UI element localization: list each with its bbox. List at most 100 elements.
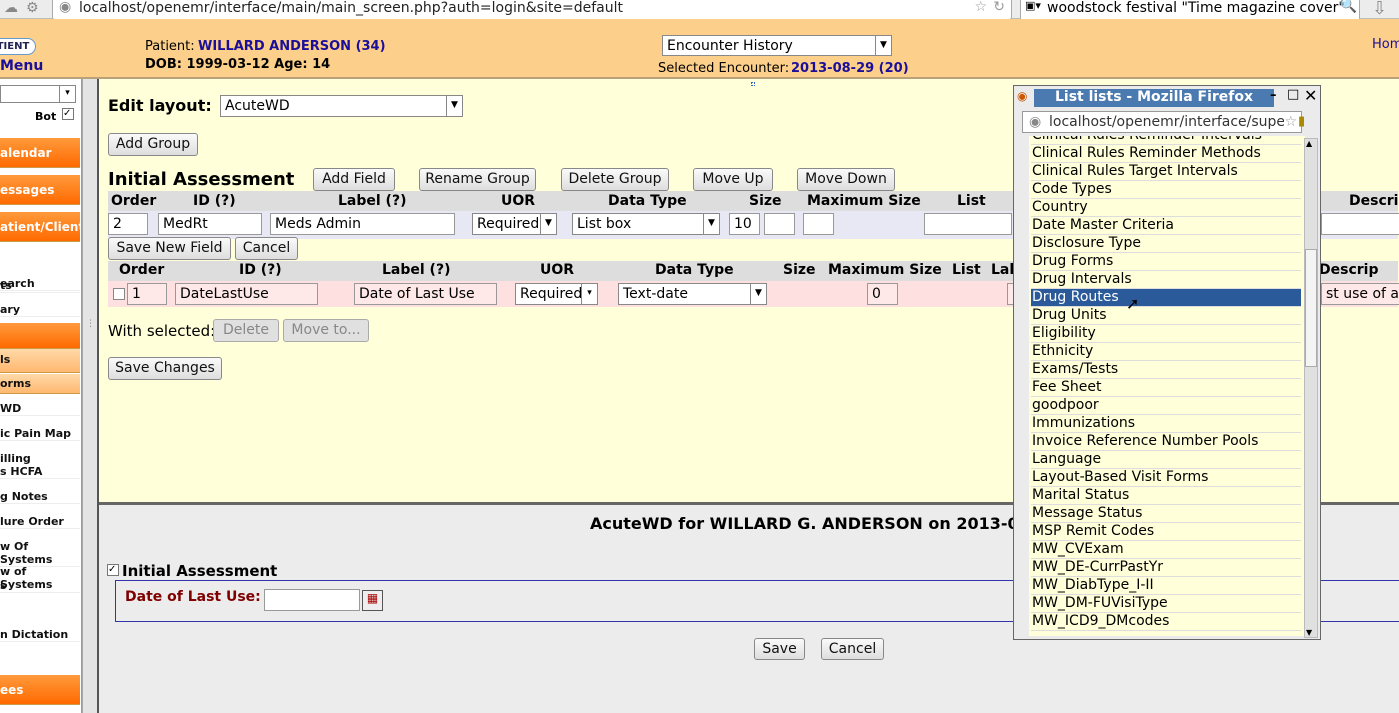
list-item[interactable]: Country [1031, 199, 1301, 217]
rename-group-button[interactable]: Rename Group [419, 168, 536, 191]
nav-item-s[interactable]: s [0, 579, 80, 593]
row-max-size-input[interactable]: 0 [867, 283, 898, 305]
reload-icon[interactable]: ↻ [993, 0, 1005, 15]
nav-item-billing[interactable]: illing [0, 452, 80, 465]
nav-patient-client[interactable]: atient/Client [0, 212, 81, 242]
list-item[interactable]: Clinical Rules Reminder Methods [1031, 145, 1301, 163]
move-to-button[interactable]: Move to... [283, 319, 369, 342]
row-description-input[interactable]: st use of any [1321, 283, 1399, 305]
list-item[interactable]: Language [1031, 451, 1301, 469]
list-item[interactable]: Drug Units [1031, 307, 1301, 325]
preview-cancel-button[interactable]: Cancel [821, 638, 884, 660]
list-item[interactable]: Exams/Tests [1031, 361, 1301, 379]
save-changes-button[interactable]: Save Changes [108, 357, 222, 380]
list-item[interactable]: goodpoor [1031, 397, 1301, 415]
new-size2-input[interactable] [764, 213, 795, 235]
nav-item-ary[interactable]: ary [0, 303, 80, 317]
new-id-input[interactable]: MedRt [158, 213, 262, 235]
bookmark-star-icon[interactable]: ☆ [974, 0, 987, 15]
list-item[interactable]: Layout-Based Visit Forms [1031, 469, 1301, 487]
nav-item-review-systems[interactable]: w Of Systems [0, 540, 80, 567]
maximize-icon[interactable]: □ [1287, 87, 1299, 102]
layout-select[interactable]: AcuteWD ▼ [220, 95, 463, 117]
row-label-input[interactable]: Date of Last Use [354, 283, 497, 305]
new-uor-select[interactable]: Required ▼ [472, 213, 557, 235]
list-item[interactable]: Immunizations [1031, 415, 1301, 433]
nav-item-search[interactable]: earch [0, 277, 80, 291]
list-item[interactable]: Drug Intervals [1031, 271, 1301, 289]
list-item[interactable]: Eligibility [1031, 325, 1301, 343]
section-checkbox[interactable]: ✓ [107, 564, 119, 576]
url-bar[interactable]: ◉ localhost/openemr/interface/main/main_… [52, 0, 1012, 20]
save-new-field-button[interactable]: Save New Field [108, 237, 231, 260]
preview-save-button[interactable]: Save [754, 638, 805, 660]
scroll-thumb[interactable] [1305, 249, 1317, 367]
nav-item-dictation[interactable]: n Dictation [0, 628, 80, 642]
new-max-size-input[interactable] [803, 213, 834, 235]
list-item[interactable]: Fee Sheet [1031, 379, 1301, 397]
nav-select[interactable]: ▾ [0, 85, 76, 103]
nav-item-notes[interactable]: g Notes [0, 490, 80, 504]
back-icon[interactable]: ☁ [4, 0, 18, 16]
list-item[interactable]: Marital Status [1031, 487, 1301, 505]
scroll-up-icon[interactable]: ▲ [1306, 139, 1312, 148]
new-description-input[interactable] [1321, 213, 1399, 235]
new-size-input[interactable]: 10 [729, 213, 760, 235]
add-field-button[interactable]: Add Field [313, 168, 395, 191]
nav-fees[interactable]: ees [0, 675, 80, 705]
list-item[interactable]: Date Master Criteria [1031, 217, 1301, 235]
add-group-button[interactable]: Add Group [108, 133, 198, 156]
list-item[interactable]: MSP Remit Codes [1031, 523, 1301, 541]
row-id-input[interactable]: DateLastUse [175, 283, 318, 305]
row-data-type-select[interactable]: Text-date ▼ [618, 283, 767, 305]
nav-calendar[interactable]: alendar [0, 138, 80, 168]
resize-handle[interactable] [751, 82, 755, 86]
search-bar[interactable]: ▣▾ woodstock festival "Time magazine cov… [1020, 0, 1360, 20]
popup-url-bar[interactable]: ◉ localhost/openemr/interface/supe ☆ [1022, 111, 1302, 133]
selected-encounter-link[interactable]: 2013-08-29 (20) [791, 61, 909, 76]
nav-item-forms[interactable]: orms [0, 374, 80, 394]
bookmarks-icon[interactable]: ▮ [1298, 114, 1305, 129]
list-item[interactable]: Drug Forms [1031, 253, 1301, 271]
download-icon[interactable]: ⇩ [1372, 0, 1387, 19]
date-last-use-input[interactable] [264, 589, 360, 611]
tools-icon[interactable]: ⚙ [26, 0, 39, 16]
list-item[interactable]: MW_CVExam [1031, 541, 1301, 559]
delete-group-button[interactable]: Delete Group [561, 168, 669, 191]
list-item[interactable]: Clinical Rules Target Intervals [1031, 163, 1301, 181]
home-link[interactable]: Hom [1372, 37, 1399, 52]
list-item[interactable]: MW_DM-FUVisiType [1031, 595, 1301, 613]
list-item[interactable]: MW_DiabType_I-II [1031, 577, 1301, 595]
nav-item-wd[interactable]: WD [0, 402, 80, 416]
list-item[interactable]: Code Types [1031, 181, 1301, 199]
delete-selected-button[interactable]: Delete [213, 319, 279, 342]
list-item[interactable]: MW_DE-CurrPastYr [1031, 559, 1301, 577]
nav-item-hcfa[interactable]: s HCFA [0, 465, 80, 479]
bot-checkbox[interactable]: ✓ [62, 108, 74, 120]
list-item[interactable]: MW_ICD9_DMcodes [1031, 613, 1301, 631]
nav-messages[interactable]: essages [0, 175, 80, 205]
close-icon[interactable]: ✕ [1304, 86, 1317, 105]
row-select-checkbox[interactable] [113, 288, 125, 300]
move-up-button[interactable]: Move Up [693, 168, 773, 191]
list-item[interactable]: Disclosure Type [1031, 235, 1301, 253]
nav-item-procedure-order[interactable]: lure Order [0, 515, 80, 529]
frame-splitter[interactable]: ⋮⋮ [82, 79, 104, 713]
calendar-icon[interactable]: ▦ [362, 590, 383, 611]
bookmark-star-icon[interactable]: ☆ [1284, 114, 1297, 130]
list-item[interactable]: Invoice Reference Number Pools [1031, 433, 1301, 451]
patient-badge[interactable]: TIENT [0, 38, 36, 55]
new-data-type-select[interactable]: List box ▼ [572, 213, 720, 235]
new-list-input[interactable] [924, 213, 1012, 235]
encounter-history-select[interactable]: Encounter History ▼ [662, 35, 892, 56]
list-item[interactable]: Ethnicity [1031, 343, 1301, 361]
nav-orange-spacer[interactable] [0, 323, 80, 349]
nav-item-pain-map[interactable]: ic Pain Map [0, 427, 80, 441]
minimize-icon[interactable]: – [1270, 88, 1277, 103]
list-item[interactable]: Drug Routes [1031, 289, 1301, 307]
list-item[interactable]: Message Status [1031, 505, 1301, 523]
row-order-input[interactable]: 1 [127, 283, 167, 305]
patient-name-link[interactable]: WILLARD ANDERSON (34) [198, 39, 386, 54]
new-order-input[interactable]: 2 [108, 213, 148, 235]
menu-link[interactable]: Menu [0, 58, 43, 74]
